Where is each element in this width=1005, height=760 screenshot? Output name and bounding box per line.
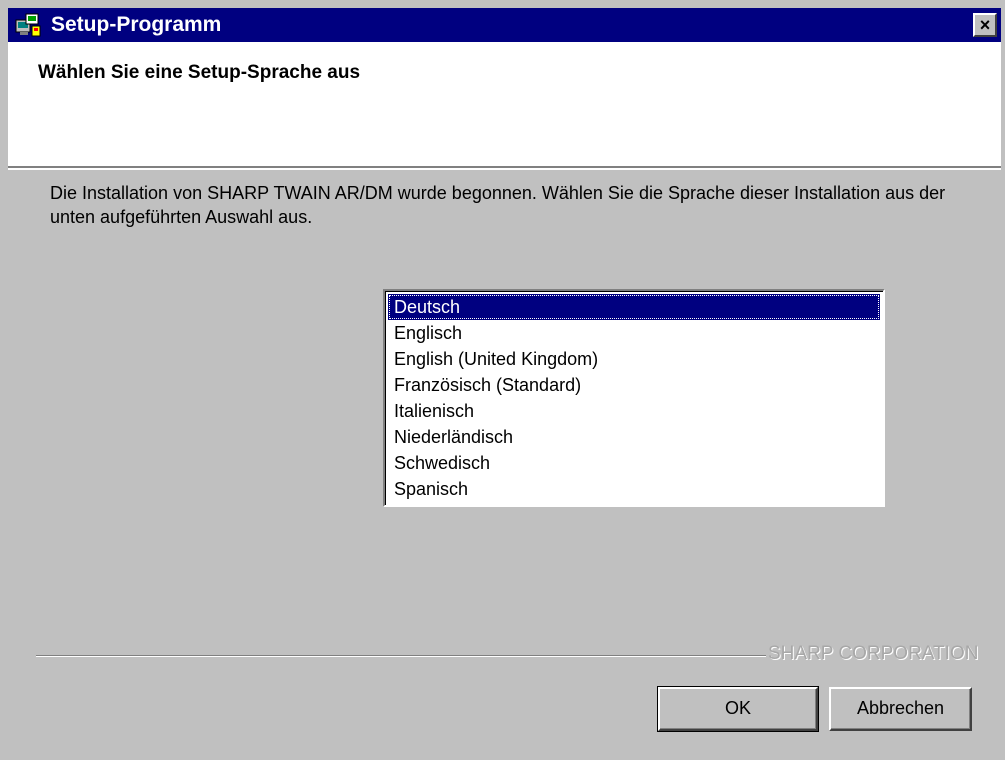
language-item-niederlaendisch[interactable]: Niederländisch	[388, 424, 880, 450]
window-title: Setup-Programm	[51, 13, 222, 36]
title-bar[interactable]: Setup-Programm ×	[8, 8, 1001, 42]
close-icon: ×	[979, 15, 991, 35]
language-listbox[interactable]: Deutsch Englisch English (United Kingdom…	[383, 289, 885, 507]
close-button[interactable]: ×	[973, 13, 997, 37]
ok-button[interactable]: OK	[657, 686, 819, 732]
language-item-franzoesisch[interactable]: Französisch (Standard)	[388, 372, 880, 398]
setup-dialog: Setup-Programm × Wählen Sie eine Setup-S…	[0, 0, 1005, 760]
company-label: SHARP CORPORATION	[768, 643, 979, 664]
language-item-italienisch[interactable]: Italienisch	[388, 398, 880, 424]
page-title: Wählen Sie eine Setup-Sprache aus	[38, 62, 361, 83]
description-text: Die Installation von SHARP TWAIN AR/DM w…	[50, 183, 946, 227]
setup-program-icon	[14, 12, 42, 38]
header-panel: Wählen Sie eine Setup-Sprache aus	[8, 42, 1001, 168]
language-item-spanisch[interactable]: Spanisch	[388, 476, 880, 502]
header-divider	[8, 168, 1001, 170]
cancel-button[interactable]: Abbrechen	[829, 687, 972, 731]
language-item-englisch[interactable]: Englisch	[388, 320, 880, 346]
language-item-english-uk[interactable]: English (United Kingdom)	[388, 346, 880, 372]
language-item-deutsch[interactable]: Deutsch	[388, 294, 880, 320]
footer-divider-highlight	[36, 656, 766, 657]
language-item-schwedisch[interactable]: Schwedisch	[388, 450, 880, 476]
